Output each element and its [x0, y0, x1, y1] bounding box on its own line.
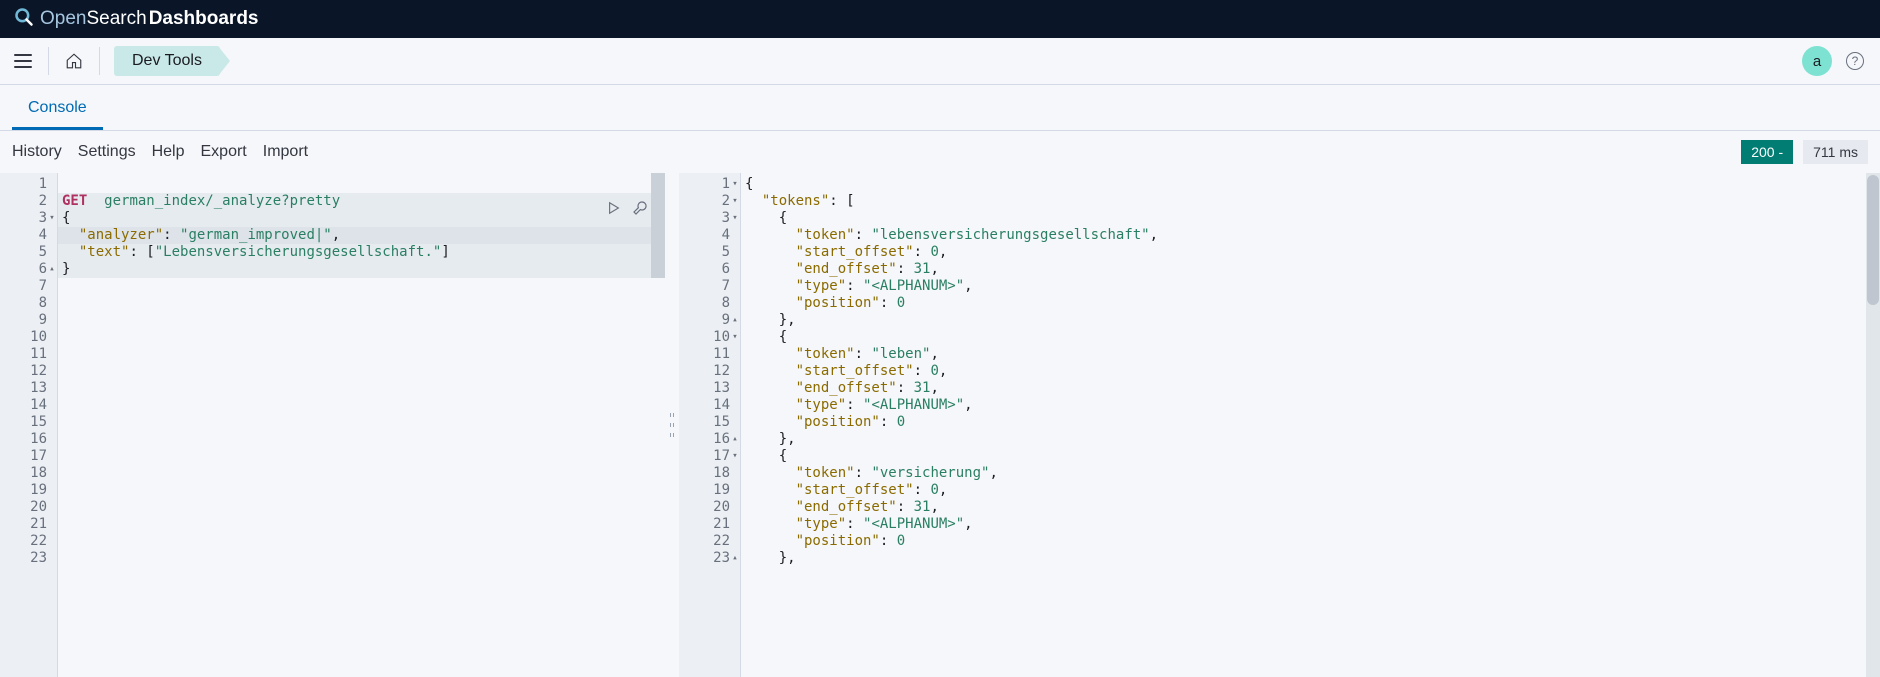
app-header: OpenSearchDashboards — [0, 0, 1880, 38]
help-button[interactable]: ? — [1846, 52, 1864, 70]
response-gutter: 1▾2▾3▾456789▴10▾111213141516▴17▾18192021… — [679, 173, 741, 677]
divider — [99, 47, 100, 75]
grip-icon — [670, 413, 674, 437]
response-scrollbar-thumb[interactable] — [1867, 175, 1879, 305]
console-toolbar: History Settings Help Export Import 200 … — [0, 131, 1880, 173]
home-icon — [65, 52, 83, 70]
play-icon — [607, 201, 621, 215]
user-avatar[interactable]: a — [1802, 46, 1832, 76]
divider — [48, 47, 49, 75]
http-status-badge: 200 - — [1741, 140, 1793, 164]
response-viewer[interactable]: { "tokens": [ { "token": "lebensversiche… — [741, 173, 1880, 677]
response-pane: 1▾2▾3▾456789▴10▾111213141516▴17▾18192021… — [679, 173, 1880, 677]
response-scrollbar-track[interactable] — [1866, 173, 1880, 677]
request-gutter: 123▾456▴7891011121314151617181920212223 — [0, 173, 58, 677]
request-options-button[interactable] — [631, 199, 649, 217]
tab-console[interactable]: Console — [12, 87, 103, 130]
history-link[interactable]: History — [12, 143, 62, 161]
settings-link[interactable]: Settings — [78, 143, 136, 161]
request-scrollbar[interactable] — [651, 173, 665, 278]
hamburger-icon — [14, 54, 32, 68]
opensearch-logo-icon — [14, 7, 34, 32]
wrench-icon — [632, 200, 648, 216]
editor-split: 123▾456▴7891011121314151617181920212223 … — [0, 173, 1880, 677]
request-editor[interactable]: GET german_index/_analyze?pretty{ "analy… — [58, 173, 665, 677]
menu-toggle-button[interactable] — [8, 46, 38, 76]
latency-label: 711 ms — [1803, 140, 1868, 164]
import-link[interactable]: Import — [263, 143, 308, 161]
breadcrumb-devtools[interactable]: Dev Tools — [114, 46, 220, 76]
brand-text: OpenSearchDashboards — [40, 8, 259, 30]
request-actions — [605, 199, 649, 217]
nav-bar: Dev Tools a ? — [0, 38, 1880, 85]
export-link[interactable]: Export — [201, 143, 247, 161]
home-button[interactable] — [59, 46, 89, 76]
devtools-tabs: Console — [0, 85, 1880, 131]
help-link[interactable]: Help — [152, 143, 185, 161]
question-icon: ? — [1852, 54, 1859, 68]
run-request-button[interactable] — [605, 199, 623, 217]
pane-splitter[interactable] — [665, 173, 679, 677]
brand-logo[interactable]: OpenSearchDashboards — [14, 7, 259, 32]
request-pane: 123▾456▴7891011121314151617181920212223 … — [0, 173, 665, 677]
